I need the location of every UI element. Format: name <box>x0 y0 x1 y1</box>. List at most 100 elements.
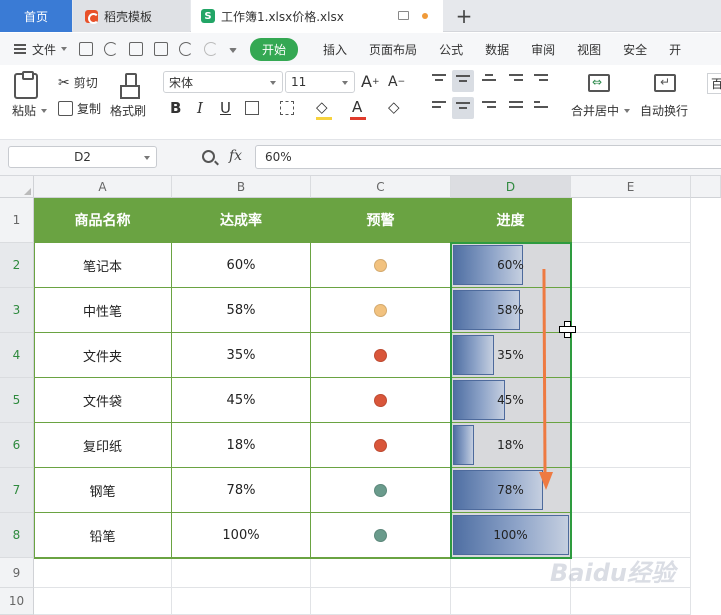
row-header-1[interactable]: 1 <box>0 198 34 243</box>
redo-icon[interactable] <box>204 42 219 56</box>
achievement-rate-cell[interactable]: 35% <box>172 333 311 378</box>
zoom-icon[interactable] <box>202 150 215 163</box>
warning-cell[interactable] <box>311 333 451 378</box>
warning-cell[interactable] <box>311 243 451 288</box>
paste-button[interactable]: 粘贴 <box>12 102 48 119</box>
empty-cell[interactable] <box>571 288 691 333</box>
achievement-rate-cell[interactable]: 78% <box>172 468 311 513</box>
print-preview-icon[interactable] <box>154 42 169 56</box>
align-middle-icon[interactable] <box>452 70 474 92</box>
empty-cell[interactable] <box>172 558 311 588</box>
column-header-e[interactable]: E <box>571 176 691 198</box>
empty-cell[interactable] <box>172 588 311 615</box>
tab-template[interactable]: 稻壳模板 <box>73 0 190 32</box>
progress-cell[interactable]: 60% <box>451 243 571 288</box>
empty-cell[interactable] <box>571 513 691 558</box>
column-header-c[interactable]: C <box>311 176 451 198</box>
row-header-5[interactable]: 5 <box>0 378 34 423</box>
menu-tab-page-layout[interactable]: 页面布局 <box>358 41 428 58</box>
warning-cell[interactable] <box>311 468 451 513</box>
cut-button[interactable]: ✂ 剪切 <box>58 74 98 91</box>
row-header-8[interactable]: 8 <box>0 513 34 558</box>
row-header-7[interactable]: 7 <box>0 468 34 513</box>
progress-cell[interactable]: 78% <box>451 468 571 513</box>
menu-tab-insert[interactable]: 插入 <box>312 41 358 58</box>
font-name-select[interactable]: 宋体 <box>163 71 283 93</box>
distributed-align-icon[interactable] <box>534 101 548 113</box>
achievement-rate-cell[interactable]: 100% <box>172 513 311 558</box>
menu-tab-home[interactable]: 开始 <box>250 37 299 61</box>
save-icon[interactable] <box>79 42 94 56</box>
justify-icon[interactable] <box>509 101 523 113</box>
indent-decrease-icon[interactable] <box>509 74 523 86</box>
table-header-cell[interactable]: 商品名称 <box>34 198 172 243</box>
empty-cell[interactable] <box>571 588 691 615</box>
select-all-corner[interactable] <box>0 176 34 198</box>
menu-tab-data[interactable]: 数据 <box>474 41 520 58</box>
customize-toolbar-icon[interactable] <box>229 48 238 53</box>
paste-icon[interactable] <box>14 71 38 99</box>
progress-cell[interactable]: 100% <box>451 513 571 558</box>
column-header-b[interactable]: B <box>172 176 311 198</box>
new-tab-button[interactable]: + <box>452 0 476 32</box>
empty-cell[interactable] <box>451 588 571 615</box>
empty-cell[interactable] <box>311 588 451 615</box>
bold-button[interactable]: B <box>170 99 181 117</box>
column-header-a[interactable]: A <box>34 176 172 198</box>
row-header-4[interactable]: 4 <box>0 333 34 378</box>
formula-input[interactable]: 60% <box>255 145 721 169</box>
wrap-text-button[interactable]: 自动换行 <box>640 102 688 119</box>
warning-cell[interactable] <box>311 288 451 333</box>
menu-tab-review[interactable]: 审阅 <box>520 41 566 58</box>
menu-tab-security[interactable]: 安全 <box>612 41 658 58</box>
row-header-2[interactable]: 2 <box>0 243 34 288</box>
column-header-extra[interactable] <box>691 176 721 198</box>
number-format-select[interactable]: 百 <box>707 73 721 94</box>
monitor-icon[interactable] <box>398 11 409 20</box>
row-header-6[interactable]: 6 <box>0 423 34 468</box>
product-name-cell[interactable]: 笔记本 <box>34 243 172 288</box>
print-icon[interactable] <box>129 42 144 56</box>
empty-cell[interactable] <box>571 198 691 243</box>
column-header-d[interactable]: D <box>451 176 571 198</box>
menu-tab-more[interactable]: 开 <box>658 41 692 58</box>
export-icon[interactable] <box>104 42 119 56</box>
font-shrink-button[interactable]: A − <box>388 74 405 90</box>
font-size-select[interactable]: 11 <box>285 71 355 93</box>
empty-cell[interactable] <box>311 558 451 588</box>
align-top-icon[interactable] <box>432 74 446 86</box>
empty-cell[interactable] <box>571 468 691 513</box>
table-header-cell[interactable]: 进度 <box>451 198 571 243</box>
tab-document[interactable]: S 工作簿1.xlsx价格.xlsx <box>191 0 443 32</box>
fill-color-button[interactable]: ◇ <box>316 98 328 116</box>
border-icon[interactable] <box>245 101 259 115</box>
row-header-3[interactable]: 3 <box>0 288 34 333</box>
undo-icon[interactable] <box>179 42 194 56</box>
indent-increase-icon[interactable] <box>534 74 548 86</box>
empty-cell[interactable] <box>571 378 691 423</box>
align-right-icon[interactable] <box>482 101 496 113</box>
font-color-button[interactable]: A <box>352 98 362 116</box>
tab-home[interactable]: 首页 <box>0 0 72 32</box>
warning-cell[interactable] <box>311 513 451 558</box>
empty-cell[interactable] <box>571 333 691 378</box>
wrap-text-icon[interactable] <box>654 74 676 92</box>
align-bottom-icon[interactable] <box>482 74 496 86</box>
product-name-cell[interactable]: 钢笔 <box>34 468 172 513</box>
underline-button[interactable]: U <box>220 99 231 117</box>
achievement-rate-cell[interactable]: 18% <box>172 423 311 468</box>
format-painter-button[interactable]: 格式刷 <box>110 102 146 119</box>
product-name-cell[interactable]: 铅笔 <box>34 513 172 558</box>
achievement-rate-cell[interactable]: 45% <box>172 378 311 423</box>
menu-tab-view[interactable]: 视图 <box>566 41 612 58</box>
empty-cell[interactable] <box>571 423 691 468</box>
copy-button[interactable]: 复制 <box>58 100 101 117</box>
empty-cell[interactable] <box>571 243 691 288</box>
format-painter-icon[interactable] <box>118 73 140 99</box>
achievement-rate-cell[interactable]: 60% <box>172 243 311 288</box>
row-header-9[interactable]: 9 <box>0 558 34 588</box>
file-menu[interactable]: 文件 <box>14 41 68 58</box>
product-name-cell[interactable]: 文件袋 <box>34 378 172 423</box>
name-box[interactable]: D2 <box>8 146 157 168</box>
merge-center-button[interactable]: 合并居中 <box>571 102 631 119</box>
